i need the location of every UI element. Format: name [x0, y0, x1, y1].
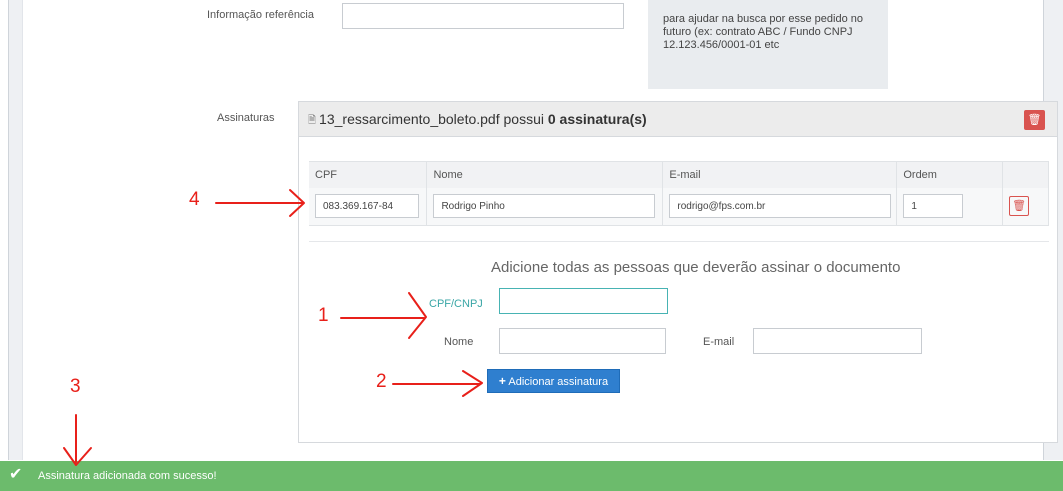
document-filename: 13_ressarcimento_boleto.pdf: [319, 111, 500, 127]
delete-signer-button[interactable]: 🗑: [1009, 196, 1030, 217]
annotation-arrow-4: [215, 189, 305, 217]
nome-input[interactable]: [499, 328, 666, 354]
cpf-cell-input[interactable]: 083.369.167-84: [315, 194, 419, 219]
left-rail: [9, 0, 23, 460]
plus-icon: +: [498, 374, 506, 388]
document-possui: possui: [503, 111, 544, 127]
signatures-label: Assinaturas: [217, 112, 275, 124]
file-pdf-icon: 🗎: [308, 115, 317, 126]
cell-actions: 🗑: [1002, 187, 1049, 226]
column-header-cpf: CPF: [309, 161, 428, 188]
cell-cpf: 083.369.167-84: [309, 187, 428, 226]
check-icon: ✔: [9, 466, 23, 483]
cell-nome: Rodrigo Pinho: [426, 187, 664, 226]
annotation-arrow-3: [63, 414, 92, 466]
panel-header: 🗎 13_ressarcimento_boleto.pdf possui 0 as…: [299, 102, 1057, 137]
page-frame: Informação referência para ajudar na bus…: [0, 0, 1063, 491]
help-text-box: para ajudar na busca por esse pedido no …: [648, 0, 888, 89]
email-input[interactable]: [753, 328, 922, 354]
signatures-panel: 🗎 13_ressarcimento_boleto.pdf possui 0 as…: [298, 101, 1058, 443]
column-header-actions: [1002, 161, 1049, 188]
annotation-number-1: 1: [318, 305, 329, 326]
table-header-row: CPF Nome E-mail Ordem: [309, 161, 1049, 188]
cell-email: rodrigo@fps.com.br: [662, 187, 898, 226]
divider: [309, 241, 1049, 242]
column-header-ordem: Ordem: [896, 161, 1004, 188]
annotation-number-3: 3: [70, 376, 81, 397]
column-header-email: E-mail: [662, 161, 898, 188]
nome-label: Nome: [444, 336, 474, 348]
help-text: para ajudar na busca por esse pedido no …: [663, 13, 863, 51]
trash-icon: 🗑: [1027, 114, 1042, 126]
delete-document-button[interactable]: 🗑: [1024, 110, 1045, 130]
cpf-cnpj-input[interactable]: [499, 288, 668, 314]
add-signature-button[interactable]: + Adicionar assinatura: [487, 369, 620, 393]
column-header-nome: Nome: [426, 161, 664, 188]
annotation-number-2: 2: [376, 371, 387, 392]
annotation-number-4: 4: [189, 189, 200, 210]
reference-input[interactable]: [342, 3, 624, 29]
ordem-cell-input[interactable]: 1: [903, 194, 964, 219]
success-toast: ✔ Assinatura adicionada com sucesso!: [0, 461, 1063, 491]
cpf-cnpj-label: CPF/CNPJ: [429, 298, 483, 310]
reference-label: Informação referência: [207, 9, 314, 21]
cell-ordem: 1: [896, 187, 1004, 226]
toast-message: Assinatura adicionada com sucesso!: [38, 470, 217, 482]
signatures-table: CPF Nome E-mail Ordem 083.369.167-84 Rod…: [309, 161, 1049, 226]
add-signature-label: Adicionar assinatura: [508, 376, 609, 388]
add-signers-hint: Adicione todas as pessoas que deverão as…: [491, 259, 901, 276]
nome-cell-input[interactable]: Rodrigo Pinho: [433, 194, 656, 219]
signature-count: 0 assinatura(s): [547, 111, 647, 127]
email-cell-input[interactable]: rodrigo@fps.com.br: [669, 194, 892, 219]
trash-icon: 🗑: [1012, 200, 1027, 213]
table-row: 083.369.167-84 Rodrigo Pinho rodrigo@fps…: [309, 187, 1049, 226]
document-title: 🗎 13_ressarcimento_boleto.pdf possui 0 as…: [308, 111, 647, 131]
email-label: E-mail: [703, 336, 735, 348]
